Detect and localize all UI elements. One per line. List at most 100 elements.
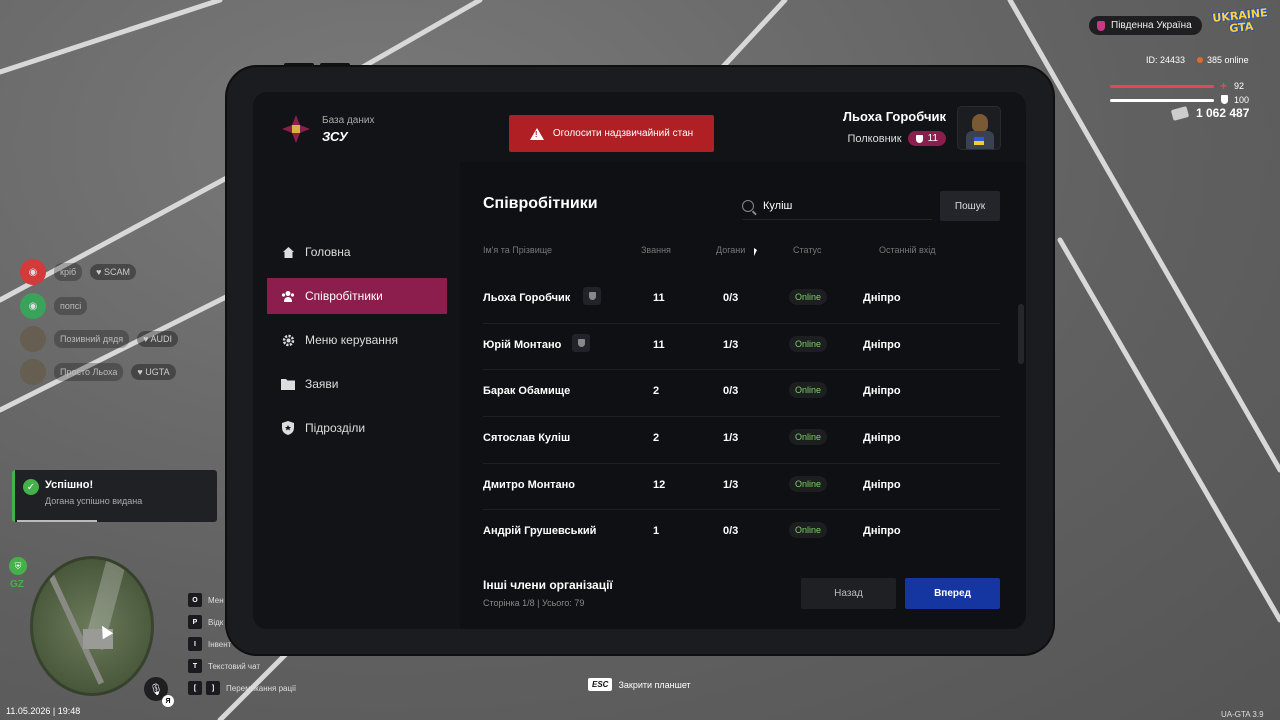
status-badge: Online <box>789 475 828 492</box>
keybind-label: Текстовий чат <box>208 661 261 671</box>
employee-rank: 11 <box>653 338 665 351</box>
chat-name: кріб <box>54 263 83 281</box>
employee-warnings: 0/3 <box>723 292 739 304</box>
employee-rank: 2 <box>653 432 660 445</box>
key-cap: I <box>188 637 202 651</box>
discord-icon: ◉ <box>20 259 46 285</box>
key-cap: P <box>188 615 202 629</box>
employee-rank: 12 <box>653 478 666 491</box>
sidebar-nav: Головна Співробітники Меню керування Зая… <box>267 234 447 454</box>
status-badge: Online <box>789 522 828 539</box>
esc-key: ESC <box>588 678 613 691</box>
chat-name: попсі <box>54 297 88 315</box>
tablet-side-button <box>320 63 350 67</box>
employee-last-login: Дніпро <box>863 385 901 398</box>
keybind-row: [] Перемикання рації <box>188 677 296 699</box>
employee-warnings: 1/3 <box>723 432 739 445</box>
employee-warnings: 1/3 <box>723 338 739 351</box>
nav-label: Головна <box>305 245 351 259</box>
armor-value: 100 <box>1234 95 1250 105</box>
next-button[interactable]: Вперед <box>905 578 1000 609</box>
status-badge: Online <box>789 382 828 399</box>
close-tablet-label: Закрити планшет <box>618 679 691 690</box>
armor-bar <box>1110 99 1214 102</box>
chat-item: Позивний дядя ♥ AUDI <box>20 326 178 352</box>
online-dot-icon <box>1197 57 1204 63</box>
search-button[interactable]: Пошук <box>940 191 1000 221</box>
status-badge: Online <box>789 335 828 352</box>
employee-name: Льоха Горобчик <box>483 292 571 304</box>
chat-tag: ♥ SCAM <box>90 264 136 280</box>
column-header: Ім'я та Прізвище <box>483 245 553 255</box>
zsu-emblem-icon <box>282 115 310 143</box>
employees-table: Льоха Горобчик 11 0/3 Online Дніпро Юрій… <box>483 277 1000 557</box>
status-badge: Online <box>789 289 828 305</box>
keybind-label: Відк <box>208 617 224 627</box>
employee-last-login: Дніпро <box>863 478 901 491</box>
table-row[interactable]: Юрій Монтано 11 1/3 Online Дніпро <box>483 324 1000 371</box>
chat-item: ◉ кріб ♥ SCAM <box>20 259 136 285</box>
table-row[interactable]: Льоха Горобчик 11 0/3 Online Дніпро <box>483 277 1000 324</box>
chat-name: Позивний дядя <box>54 330 130 348</box>
nav-label: Меню керування <box>305 333 399 347</box>
employee-warnings: 0/3 <box>723 525 739 538</box>
nav-item-divisions[interactable]: Підрозділи <box>267 410 447 446</box>
player-id-line: ID: 24433 385 online <box>1146 55 1249 65</box>
page-title: Співробітники <box>483 195 598 212</box>
search-field <box>742 192 932 220</box>
employee-name: Барак Обамище <box>483 385 571 398</box>
column-header: Останній вхід <box>879 245 936 255</box>
nav-item-home[interactable]: Головна <box>267 234 447 270</box>
nav-label: Заяви <box>305 377 339 391</box>
game-logo: UKRAINE GTA <box>1211 6 1269 36</box>
back-button[interactable]: Назад <box>801 578 896 609</box>
tablet: База даних ЗСУ Головна Співробітники Мен… <box>227 63 1053 654</box>
sidebar: База даних ЗСУ Головна Співробітники Мен… <box>253 92 460 629</box>
others-title: Інші члени організації <box>483 578 613 592</box>
warning-icon <box>529 127 544 140</box>
employee-warnings: 0/3 <box>723 385 739 398</box>
nav-item-control-menu[interactable]: Меню керування <box>267 322 447 358</box>
chat-tag: ♥ AUDI <box>137 331 178 347</box>
chat-name: Просто Льоха <box>54 363 124 381</box>
health-bar <box>1110 85 1214 88</box>
table-row[interactable]: Дмитро Монтано 12 1/3 Online Дніпро <box>483 464 1000 511</box>
db-name: ЗСУ <box>322 129 348 144</box>
key-cap: ] <box>206 681 220 695</box>
nav-item-employees[interactable]: Співробітники <box>267 278 447 314</box>
emergency-button-label: Оголосити надзвичайний стан <box>552 128 694 139</box>
employee-last-login: Дніпро <box>863 292 901 304</box>
nav-item-applications[interactable]: Заяви <box>267 366 447 402</box>
users-icon <box>281 289 295 303</box>
chat-item: ◉ попсі <box>20 293 88 319</box>
shield-icon <box>281 421 295 435</box>
key-cap: [ <box>188 681 202 695</box>
chat-item: Просто Льоха ♥ UGTA <box>20 359 176 385</box>
avatar-head <box>972 114 988 132</box>
table-row[interactable]: Сятослав Куліш 2 1/3 Online Дніпро <box>483 417 1000 464</box>
online-count: 385 online <box>1197 55 1249 65</box>
datetime: 11.05.2026 | 19:48 <box>6 706 81 716</box>
home-icon <box>281 245 295 259</box>
key-cap: O <box>188 593 202 607</box>
search-input[interactable] <box>763 199 923 212</box>
emergency-button[interactable]: Оголосити надзвичайний стан <box>509 115 714 152</box>
money-value: 1 062 487 <box>1196 106 1250 120</box>
table-scrollbar[interactable] <box>1018 304 1024 364</box>
table-row[interactable]: Барак Обамище 2 0/3 Online Дніпро <box>483 370 1000 418</box>
keybind-label: Перемикання рації <box>226 683 297 693</box>
user-name: Льоха Горобчик <box>842 109 946 124</box>
keybind-row: T Текстовий чат <box>188 655 296 677</box>
rank-shield-icon <box>915 134 923 143</box>
region-badge: Південна Україна <box>1089 16 1202 35</box>
player-id: ID: 24433 <box>1146 55 1186 65</box>
version-label: UA-GTA 3.9 <box>1221 710 1264 719</box>
greenzone-shield-icon: ⛨ <box>9 557 27 575</box>
folder-icon <box>281 377 295 391</box>
minimap <box>30 556 154 696</box>
rank-level: 11 <box>927 133 938 144</box>
table-row[interactable]: Андрій Грушевський 1 0/3 Online Дніпро <box>483 510 1000 557</box>
chat-tag: ♥ UGTA <box>131 364 176 380</box>
discord-icon: ◉ <box>20 293 46 319</box>
region-name: Південна Україна <box>1111 20 1192 31</box>
